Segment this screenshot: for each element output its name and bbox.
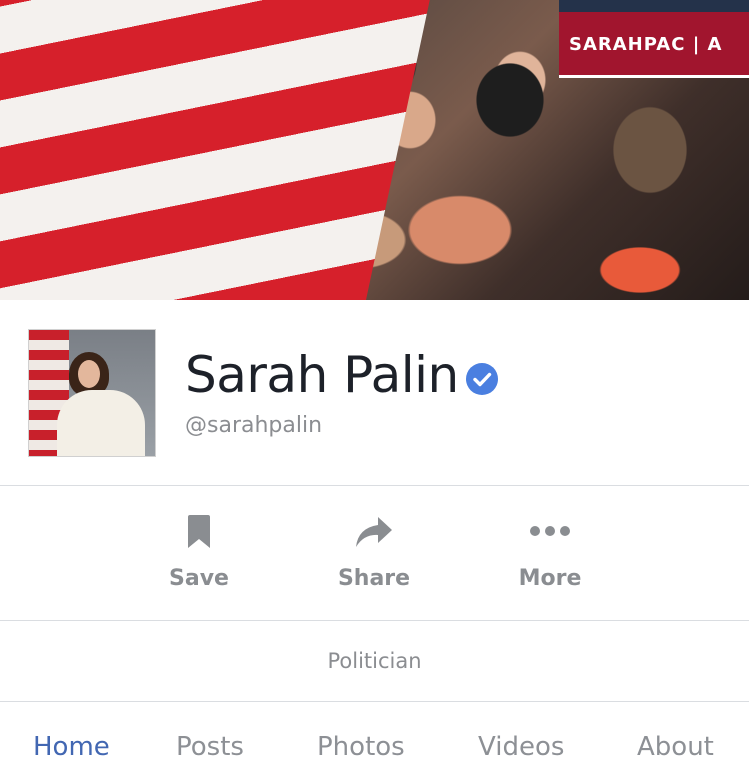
verified-badge-icon [466, 363, 498, 395]
share-button[interactable]: Share [294, 486, 454, 620]
more-label: More [518, 566, 582, 591]
divider [0, 620, 749, 621]
tab-home[interactable]: Home [33, 732, 110, 762]
cover-photo[interactable]: SARAHPAC | A [0, 0, 749, 300]
action-bar: Save Share More [0, 486, 749, 620]
tab-photos[interactable]: Photos [317, 732, 405, 762]
more-dots-icon [528, 524, 572, 543]
tab-posts[interactable]: Posts [176, 732, 244, 762]
more-button[interactable]: More [470, 486, 630, 620]
page-tabs: Home Posts Photos Videos About [0, 702, 749, 784]
profile-header: Sarah Palin @sarahpalin [0, 301, 749, 485]
cover-banner-text: SARAHPAC | A [569, 34, 723, 55]
tab-about[interactable]: About [637, 732, 714, 762]
page-category[interactable]: Politician [0, 622, 749, 700]
share-label: Share [337, 566, 411, 591]
page-title: Sarah Palin [185, 346, 459, 404]
save-button[interactable]: Save [119, 486, 279, 620]
cover-banner-sign: SARAHPAC | A [559, 0, 749, 78]
tab-videos[interactable]: Videos [478, 732, 564, 762]
share-arrow-icon [354, 514, 394, 555]
cover-flag-image [0, 0, 439, 300]
page-username: @sarahpalin [185, 413, 323, 438]
save-label: Save [169, 566, 229, 591]
avatar[interactable] [28, 329, 156, 457]
bookmark-icon [186, 514, 212, 555]
